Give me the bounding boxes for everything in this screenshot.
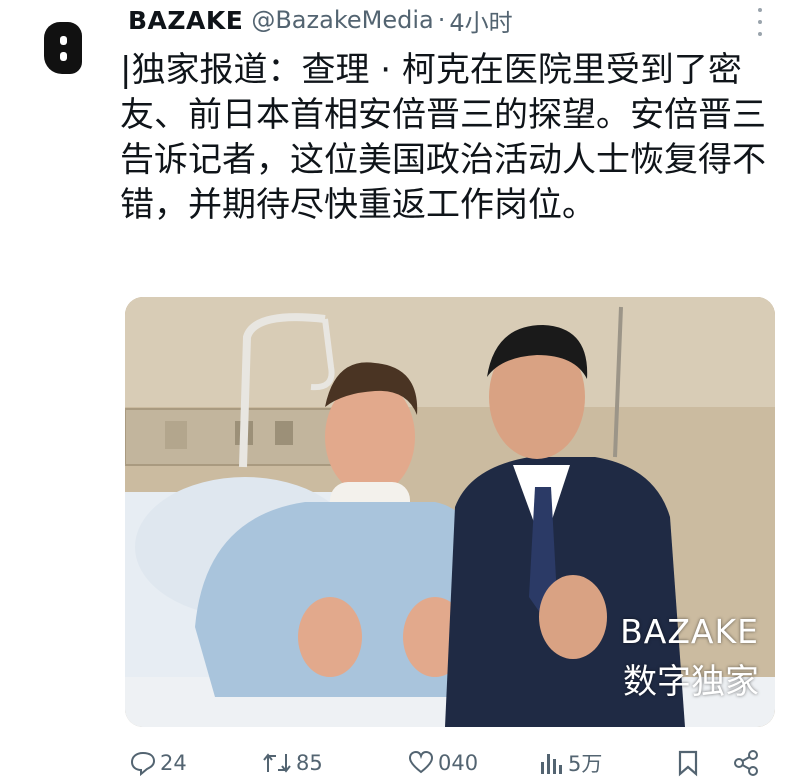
bookmark-button[interactable]: [676, 745, 704, 781]
avatar[interactable]: [44, 22, 82, 74]
reply-icon: [130, 751, 156, 776]
like-button[interactable]: 040: [408, 745, 478, 781]
author-name[interactable]: BAZAKE: [128, 6, 243, 35]
tweet-header: BAZAKE @BazakeMedia · 4小时: [128, 2, 513, 38]
view-count: 5万: [568, 752, 603, 776]
more-icon[interactable]: [754, 8, 766, 36]
author-handle[interactable]: @BazakeMedia: [251, 6, 433, 34]
share-icon: [734, 750, 758, 776]
retweet-count: 85: [296, 751, 323, 775]
watermark-caption: 数字独家: [623, 662, 759, 702]
like-icon: [408, 750, 434, 774]
views-button[interactable]: 5万: [538, 745, 602, 781]
like-count: 040: [438, 751, 479, 775]
tweet-text: |独家报道：查理 · 柯克在医院里受到了密友、前日本首相安倍晋三的探望。安倍晋三…: [120, 50, 766, 225]
post-time[interactable]: 4小时: [449, 3, 512, 38]
bookmark-icon: [678, 750, 698, 777]
reply-button[interactable]: 24: [130, 745, 187, 781]
retweet-button[interactable]: 85: [262, 745, 323, 781]
retweet-icon: [263, 753, 291, 773]
views-icon: [541, 754, 562, 774]
watermark-brand: BAZAKE: [620, 612, 759, 651]
reply-count: 24: [160, 751, 187, 775]
separator-dot: ·: [437, 6, 446, 34]
tweet-photo[interactable]: BAZAKE 数字独家: [125, 297, 775, 727]
share-button[interactable]: [732, 745, 764, 781]
action-bar: 24 85 040 5万: [0, 745, 800, 781]
